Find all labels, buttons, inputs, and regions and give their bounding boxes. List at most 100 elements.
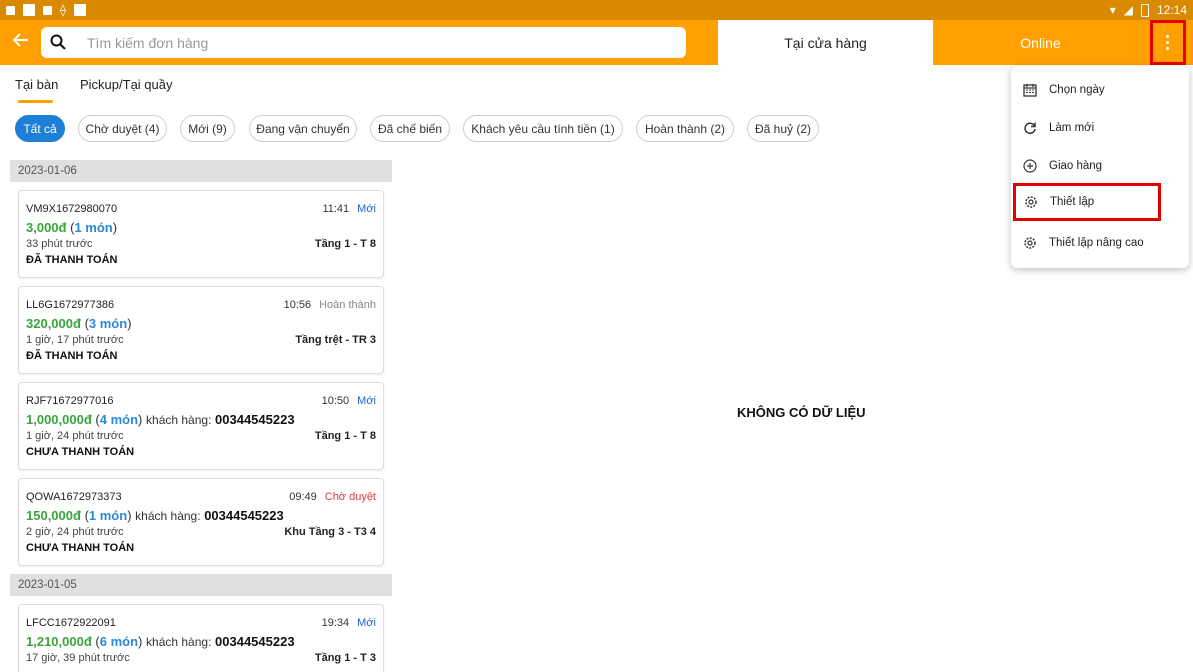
- order-table: Tầng 1 - T 3: [314, 652, 376, 664]
- payment-status: ĐÃ THANH TOÁN: [26, 350, 118, 362]
- search-box[interactable]: [41, 27, 686, 58]
- status-bar: ⟠ ▾ ◢ 12:14: [0, 0, 1193, 20]
- menu-item-label: Chọn ngày: [1049, 84, 1105, 96]
- more-vert-icon: [1166, 35, 1170, 50]
- add-circle-icon: [1023, 159, 1037, 173]
- payment-status: CHƯA THANH TOÁN: [26, 542, 135, 554]
- payment-status: CHƯA THANH TOÁN: [26, 446, 135, 458]
- filter-chip-processed[interactable]: Đã chế biến: [370, 115, 450, 142]
- date-header: 2023-01-05: [10, 574, 392, 596]
- usb-icon: ⟠: [60, 3, 66, 17]
- filter-chip-shipping[interactable]: Đang vận chuyển: [249, 115, 357, 142]
- order-code: RJF71672977016: [26, 395, 114, 407]
- message-icon: [43, 5, 52, 15]
- order-time: 09:49: [289, 491, 317, 503]
- customer-phone: 00344545223: [204, 508, 284, 523]
- order-item-count: 4 món: [99, 412, 139, 427]
- more-options-button[interactable]: [1150, 20, 1186, 65]
- menu-item-select-date[interactable]: Chọn ngày: [1011, 71, 1189, 109]
- filter-chip-completed[interactable]: Hoàn thành (2): [636, 115, 734, 142]
- back-arrow-icon[interactable]: [10, 31, 32, 53]
- battery-icon: [1140, 3, 1149, 17]
- order-table: Tầng 1 - T 8: [314, 238, 376, 250]
- order-code: LL6G1672977386: [26, 299, 115, 311]
- order-card[interactable]: QOWA1672973373 09:49 Chờ duyệt 150,000đ (1…: [18, 478, 384, 566]
- order-time: 10:56: [283, 299, 312, 311]
- order-time-ago: 2 giờ, 24 phút trước: [26, 526, 124, 538]
- status-bar-system: ▾ ◢ 12:14: [1110, 3, 1187, 17]
- order-list[interactable]: 2023-01-06 VM9X1672980070 11:41 Mới 3,000đ…: [10, 160, 392, 672]
- menu-item-advanced-settings[interactable]: Thiết lập nâng cao: [1011, 224, 1189, 262]
- signal-icon: ◢: [1123, 3, 1133, 17]
- order-time: 10:50: [321, 395, 350, 407]
- order-code: QOWA1672973373: [26, 491, 122, 503]
- notification-icon: [6, 5, 15, 15]
- order-status: Chờ duyệt: [324, 491, 376, 503]
- order-card[interactable]: RJF71672977016 10:50 Mới 1,000,000đ (4 món…: [18, 382, 384, 470]
- menu-item-label: Thiết lập nâng cao: [1049, 237, 1144, 249]
- order-amount: 1,210,000đ: [26, 634, 92, 649]
- order-card[interactable]: LL6G1672977386 10:56 Hoàn thành 320,000đ (…: [18, 286, 384, 374]
- filter-chip-cancelled[interactable]: Đã huỷ (2): [747, 115, 819, 142]
- order-amount-line: 1,210,000đ (6 món) khách hàng: 003445452…: [26, 634, 295, 649]
- search-input[interactable]: [87, 27, 667, 58]
- payment-status: ĐÃ THANH TOÁN: [26, 254, 118, 266]
- gear-icon: [1025, 196, 1037, 208]
- app-icon: [23, 4, 35, 16]
- menu-item-label: Thiết lập: [1050, 196, 1095, 208]
- menu-item-settings[interactable]: Thiết lập: [1013, 183, 1161, 221]
- filter-chip-bill-request[interactable]: Khách yêu cầu tính tiền (1): [463, 115, 623, 142]
- order-amount: 3,000đ: [26, 220, 67, 235]
- image-icon: [73, 4, 86, 16]
- order-status: Hoàn thành: [319, 299, 376, 311]
- order-item-count: 1 món: [88, 508, 128, 523]
- gear-icon: [1024, 237, 1036, 249]
- order-amount: 320,000đ: [26, 316, 81, 331]
- tab-dine-in[interactable]: Tại bàn: [15, 77, 58, 92]
- empty-state-message: KHÔNG CÓ DỮ LIỆU: [737, 405, 866, 420]
- order-time-ago: 1 giờ, 17 phút trước: [26, 334, 124, 346]
- search-icon: [50, 34, 66, 50]
- order-item-count: 3 món: [88, 316, 128, 331]
- clock: 12:14: [1156, 3, 1187, 17]
- order-amount-line: 3,000đ (1 món): [26, 220, 118, 235]
- order-status: Mới: [357, 395, 376, 407]
- filter-chip-pending[interactable]: Chờ duyệt (4): [78, 115, 167, 142]
- filter-chip-new[interactable]: Mới (9): [180, 115, 235, 142]
- customer-label: khách hàng:: [135, 509, 201, 523]
- order-status: Mới: [357, 203, 376, 215]
- date-header: 2023-01-06: [10, 160, 392, 182]
- customer-label: khách hàng:: [146, 635, 212, 649]
- order-type-tabs: Tại bàn Pickup/Tại quầy: [0, 65, 1000, 109]
- tab-pickup[interactable]: Pickup/Tại quầy: [80, 77, 173, 92]
- overflow-menu: Chọn ngày Làm mới Giao hàng Thiết lập Th…: [1011, 66, 1189, 268]
- status-bar-notifications: ⟠: [6, 3, 86, 17]
- order-time: 19:34: [321, 617, 350, 629]
- app-bar: Tại cửa hàng Online: [0, 20, 1193, 65]
- menu-item-delivery[interactable]: Giao hàng: [1011, 147, 1189, 185]
- order-amount: 150,000đ: [26, 508, 81, 523]
- order-time-ago: 1 giờ, 24 phút trước: [26, 430, 124, 442]
- customer-label: khách hàng:: [146, 413, 212, 427]
- tab-online[interactable]: Online: [933, 20, 1148, 65]
- menu-item-refresh[interactable]: Làm mới: [1011, 109, 1189, 147]
- calendar-icon: [1023, 84, 1037, 97]
- tab-in-store[interactable]: Tại cửa hàng: [718, 20, 933, 65]
- order-time: 11:41: [322, 203, 350, 215]
- order-status: Mới: [357, 617, 376, 629]
- wifi-icon: ▾: [1109, 3, 1116, 17]
- order-time-ago: 17 giờ, 39 phút trước: [26, 652, 130, 664]
- customer-phone: 00344545223: [215, 634, 295, 649]
- order-table: Khu Tầng 3 - T3 4: [284, 526, 376, 538]
- order-item-count: 6 món: [99, 634, 139, 649]
- order-amount-line: 320,000đ (3 món): [26, 316, 132, 331]
- order-card[interactable]: VM9X1672980070 11:41 Mới 3,000đ (1 món) 33…: [18, 190, 384, 278]
- order-code: VM9X1672980070: [26, 203, 118, 215]
- order-card[interactable]: LFCC1672922091 19:34 Mới 1,210,000đ (6 món…: [18, 604, 384, 672]
- order-amount-line: 1,000,000đ (4 món) khách hàng: 003445452…: [26, 412, 295, 427]
- refresh-icon: [1024, 122, 1036, 135]
- menu-item-label: Làm mới: [1049, 122, 1095, 134]
- order-table: Tầng 1 - T 8: [314, 430, 376, 442]
- filter-chip-all[interactable]: Tất cả: [15, 115, 65, 142]
- order-table: Tầng trệt - TR 3: [295, 334, 376, 346]
